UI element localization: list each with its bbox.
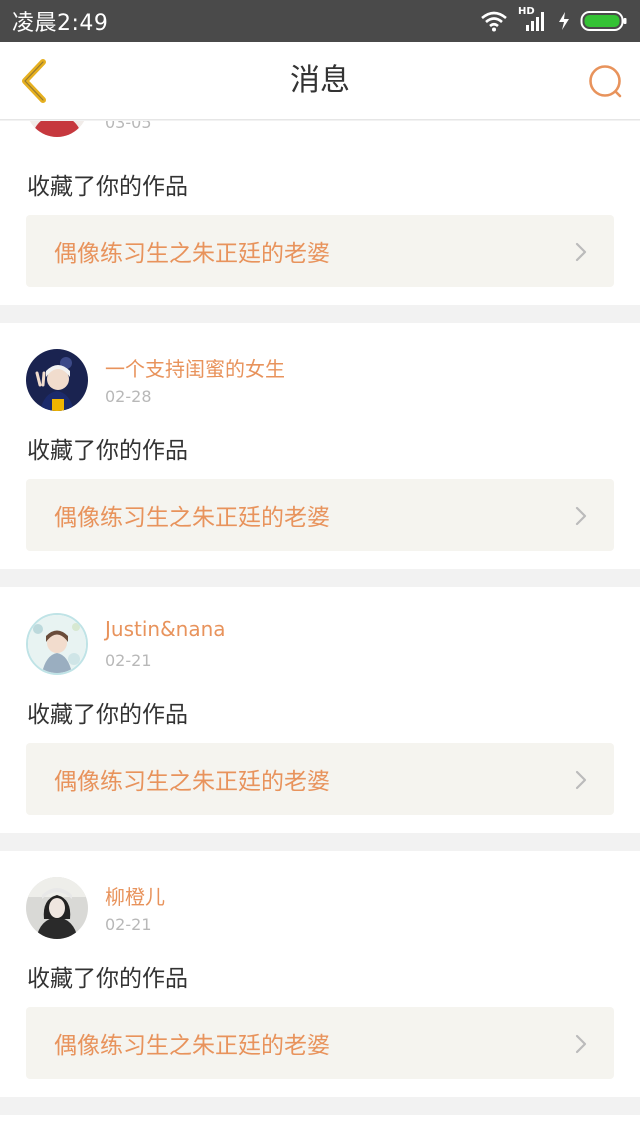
work-link[interactable]: 偶像练习生之朱正廷的老婆 bbox=[26, 215, 614, 287]
message-date: 03-05 bbox=[105, 121, 152, 132]
status-icons: HD bbox=[480, 6, 628, 33]
avatar[interactable] bbox=[26, 613, 88, 675]
search-button[interactable] bbox=[586, 62, 626, 102]
message-card: 柳橙儿 02-21 收藏了你的作品 偶像练习生之朱正廷的老婆 bbox=[0, 851, 640, 1097]
cell-signal-icon: HD bbox=[518, 6, 548, 33]
avatar[interactable] bbox=[26, 349, 88, 411]
work-title: 偶像练习生之朱正廷的老婆 bbox=[54, 769, 330, 795]
battery-icon bbox=[580, 11, 627, 31]
avatar[interactable] bbox=[26, 877, 88, 939]
chevron-right-icon bbox=[575, 770, 587, 790]
work-link[interactable]: 偶像练习生之朱正廷的老婆 bbox=[26, 1007, 614, 1079]
message-date: 02-21 bbox=[105, 915, 152, 934]
message-date: 02-21 bbox=[105, 651, 152, 670]
work-title: 偶像练习生之朱正廷的老婆 bbox=[54, 505, 330, 531]
status-bar: 凌晨2:49 HD bbox=[0, 0, 640, 42]
status-time: 凌晨2:49 bbox=[12, 11, 109, 36]
work-title: 偶像练习生之朱正廷的老婆 bbox=[54, 241, 330, 267]
work-link[interactable]: 偶像练习生之朱正廷的老婆 bbox=[26, 479, 614, 551]
user-name[interactable]: Justin&nana bbox=[105, 617, 226, 641]
charging-icon bbox=[559, 12, 569, 30]
message-card bbox=[0, 1115, 640, 1138]
message-header: 柳橙儿 02-21 bbox=[0, 851, 640, 949]
message-date: 02-28 bbox=[105, 387, 152, 406]
action-text: 收藏了你的作品 bbox=[27, 966, 188, 992]
work-link[interactable]: 偶像练习生之朱正廷的老婆 bbox=[26, 743, 614, 815]
message-card: 03-05 收藏了你的作品 偶像练习生之朱正廷的老婆 bbox=[0, 121, 640, 305]
message-card: Justin&nana 02-21 收藏了你的作品 偶像练习生之朱正廷的老婆 bbox=[0, 587, 640, 833]
search-icon bbox=[589, 65, 622, 98]
action-text: 收藏了你的作品 bbox=[27, 174, 188, 200]
action-text: 收藏了你的作品 bbox=[27, 438, 188, 464]
action-text: 收藏了你的作品 bbox=[27, 702, 188, 728]
app-header: 消息 bbox=[0, 42, 640, 120]
chevron-right-icon bbox=[575, 242, 587, 262]
user-name[interactable]: 柳橙儿 bbox=[105, 881, 165, 910]
work-title: 偶像练习生之朱正廷的老婆 bbox=[54, 1033, 330, 1059]
user-name[interactable]: 一个支持闺蜜的女生 bbox=[105, 353, 285, 382]
message-card: 一个支持闺蜜的女生 02-28 收藏了你的作品 偶像练习生之朱正廷的老婆 bbox=[0, 323, 640, 569]
message-list[interactable]: 03-05 收藏了你的作品 偶像练习生之朱正廷的老婆 一个支持闺蜜的女生 02-… bbox=[0, 121, 640, 1138]
message-header: 一个支持闺蜜的女生 02-28 bbox=[0, 323, 640, 421]
page-title: 消息 bbox=[290, 63, 350, 98]
message-header: Justin&nana 02-21 bbox=[0, 587, 640, 685]
message-header: 03-05 bbox=[0, 121, 640, 147]
chevron-right-icon bbox=[575, 506, 587, 526]
chevron-right-icon bbox=[575, 1034, 587, 1054]
wifi-icon bbox=[481, 11, 507, 32]
avatar[interactable] bbox=[26, 121, 88, 137]
